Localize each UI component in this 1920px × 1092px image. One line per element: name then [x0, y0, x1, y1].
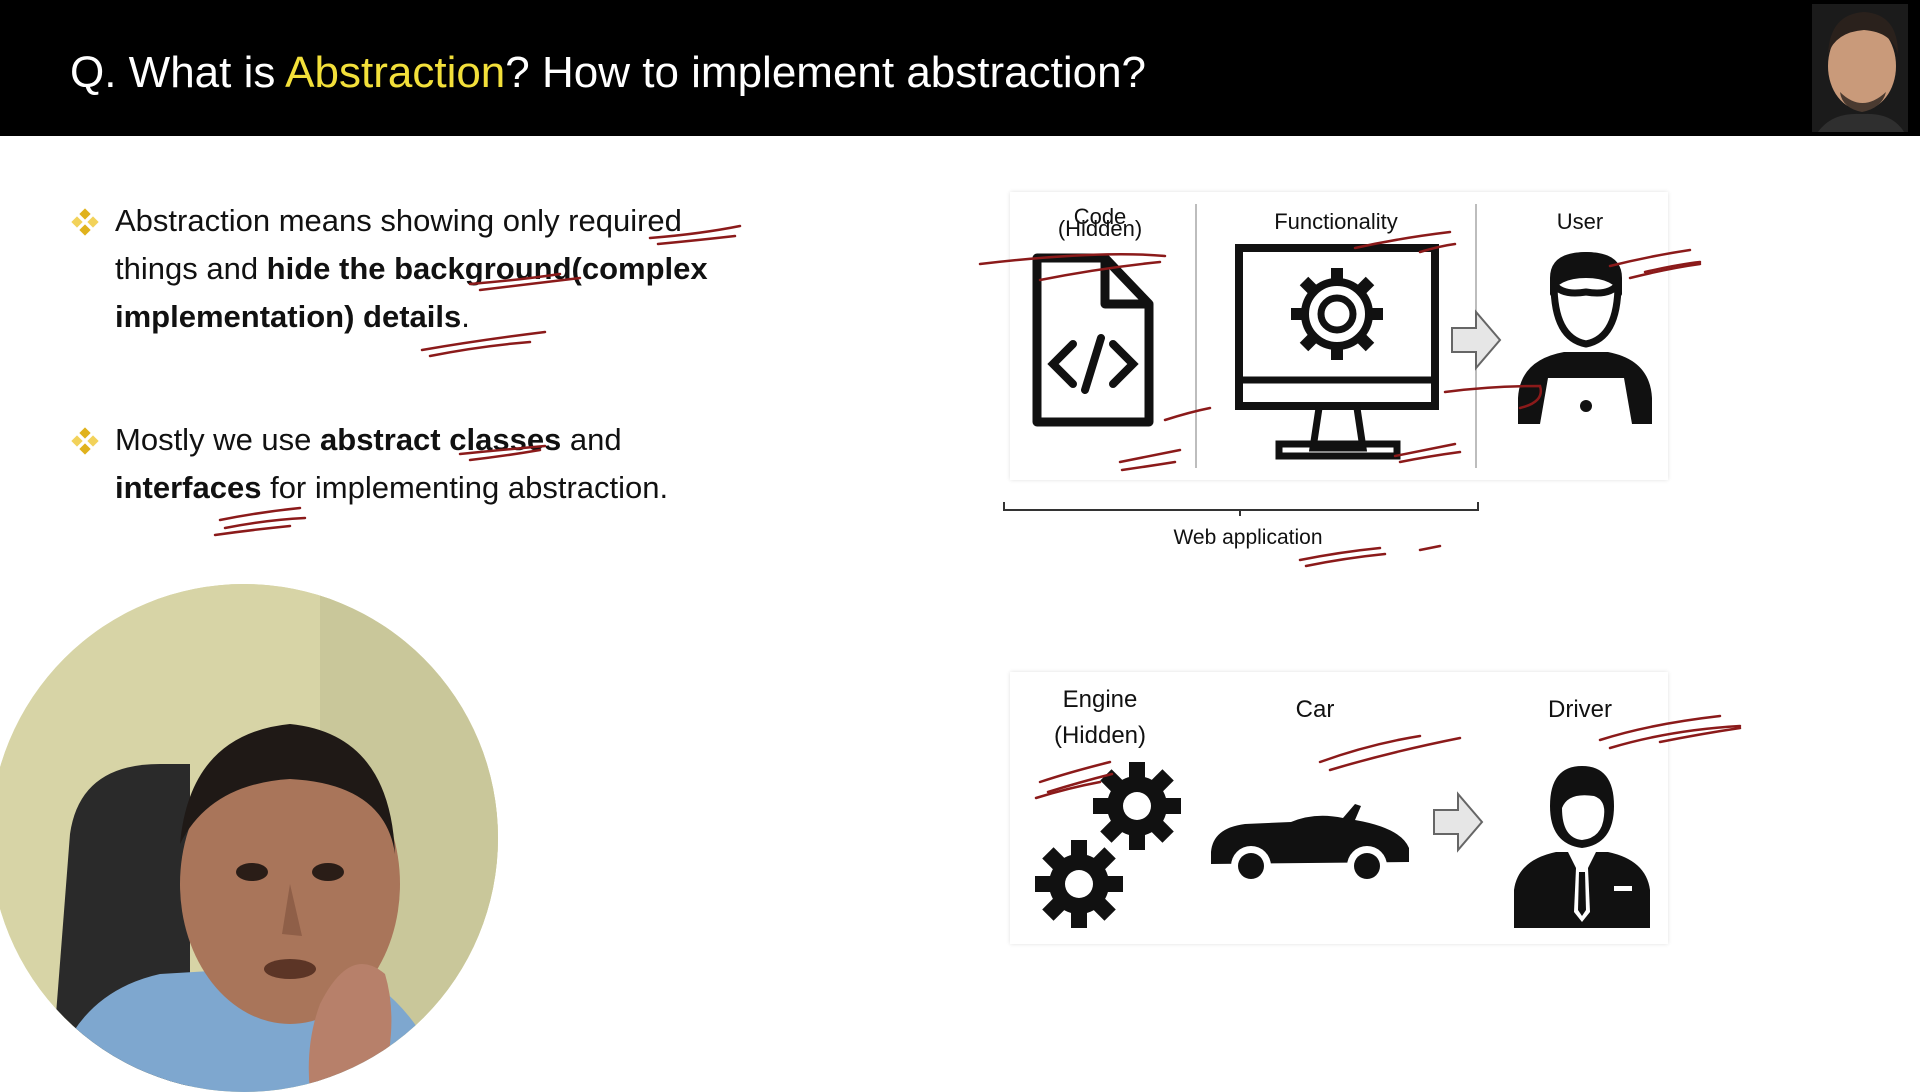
- engine-label: Engine (Hidden): [1030, 682, 1170, 754]
- code-file-icon: [1032, 253, 1154, 427]
- engine-label-text: Engine: [1062, 686, 1138, 713]
- web-application-caption: Web application: [1173, 526, 1323, 549]
- car-icon: [1211, 804, 1409, 886]
- gears-icon: [1035, 762, 1181, 928]
- slide-title: Q. What is Abstraction? How to implement…: [70, 48, 1146, 98]
- webcam-feed: [0, 584, 498, 1092]
- bullet2-text-b: and: [561, 422, 622, 457]
- bullet2-text-c: for implementing abstraction.: [261, 470, 669, 505]
- diagram-divider: [1195, 204, 1197, 468]
- monitor-gear-icon: [1235, 244, 1439, 460]
- bullet2-bold-b: interfaces: [115, 470, 262, 505]
- user-label: User: [1556, 209, 1604, 234]
- title-bar: Q. What is Abstraction? How to implement…: [0, 0, 1920, 136]
- driver-icon: [1514, 766, 1650, 928]
- web-application-brace: [1003, 502, 1479, 516]
- arrow-right-icon: [1451, 309, 1502, 371]
- bullet2-text-a: Mostly we use: [115, 422, 321, 457]
- car-label: Car: [1295, 696, 1335, 723]
- title-suffix: ? How to implement abstraction?: [505, 48, 1147, 97]
- diamond-bullet-icon: [71, 208, 99, 236]
- code-label: Code (Hidden): [1050, 206, 1150, 241]
- functionality-label: Functionality: [1274, 209, 1398, 234]
- arrow-right-icon: [1433, 791, 1484, 853]
- title-highlight: Abstraction: [285, 48, 506, 97]
- car-diagram: Engine (Hidden) Car Driver: [1010, 672, 1668, 944]
- presenter-thumbnail: [1812, 4, 1908, 132]
- code-hidden-text: (Hidden): [1057, 216, 1143, 241]
- diamond-bullet-icon: [71, 427, 99, 455]
- bullet-text-2: Mostly we use abstract classes and inter…: [115, 416, 755, 512]
- driver-label: Driver: [1548, 696, 1612, 723]
- bullet-text-1: Abstraction means showing only required …: [115, 197, 755, 341]
- web-application-diagram: Code (Hidden) Functionality User: [1010, 192, 1668, 480]
- title-prefix: Q. What is: [70, 48, 286, 97]
- engine-hidden-text: (Hidden): [1053, 722, 1147, 749]
- bullet1-text-b: .: [461, 299, 470, 334]
- bullet2-bold-a: abstract classes: [320, 422, 562, 457]
- user-laptop-icon: [1518, 252, 1652, 424]
